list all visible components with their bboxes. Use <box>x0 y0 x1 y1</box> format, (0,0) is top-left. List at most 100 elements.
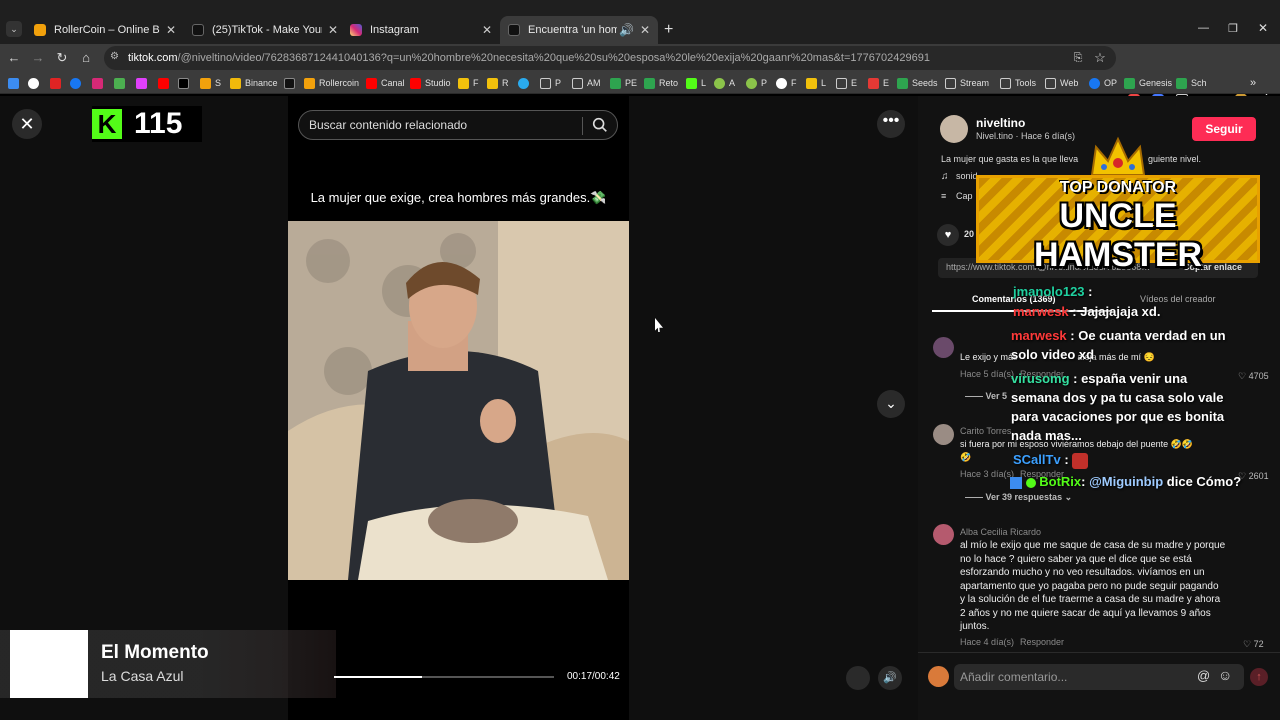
bookmark-icon-only[interactable] <box>136 76 151 90</box>
bookmark-seeds[interactable]: Seeds <box>897 76 938 90</box>
new-tab-button[interactable]: + <box>664 21 673 39</box>
send-arrow-icon[interactable]: ↑ <box>1250 668 1268 686</box>
view-replies-button[interactable]: —— Ver 39 respuestas ⌄ <box>965 492 1072 503</box>
like-heart-icon[interactable]: ♥ <box>937 224 959 246</box>
address-path: /@niveltino/video/7628368712441040136?q=… <box>177 52 930 64</box>
tab-strip: ⌄ RollerCoin – Online Bitcoin Mi… ✕ (25)… <box>0 0 1280 44</box>
next-video-chevron-icon[interactable]: ⌄ <box>877 390 905 418</box>
bookmark-icon-only[interactable] <box>50 76 65 90</box>
bookmark-folder-am[interactable]: AM <box>572 76 601 90</box>
close-tab-icon[interactable]: ✕ <box>328 23 338 37</box>
bookmark-reto[interactable]: Reto <box>644 76 678 90</box>
bookmark-a[interactable]: A <box>714 76 735 90</box>
chat-message: virusomg : españa venir una semana dos y… <box>1011 371 1225 443</box>
bookmark-r[interactable]: R <box>487 76 509 90</box>
bookmark-icon-only[interactable] <box>28 76 43 90</box>
more-options-icon[interactable]: ••• <box>877 110 905 138</box>
commenter-name[interactable]: Carito Torres <box>960 426 1011 436</box>
bookmark-folder-web[interactable]: Web <box>1045 76 1078 90</box>
bookmark-sch[interactable]: Sch <box>1176 76 1207 90</box>
bookmark-f[interactable]: F <box>458 76 479 90</box>
video-scene-image <box>288 221 629 580</box>
bookmark-op[interactable]: OP <box>1089 76 1117 90</box>
reload-icon[interactable]: ↻ <box>52 48 72 68</box>
picture-in-picture-icon[interactable] <box>846 666 870 690</box>
bookmark-l[interactable]: L <box>686 76 706 90</box>
minimize-button[interactable]: — <box>1198 22 1209 34</box>
bookmark-canal[interactable]: Canal <box>366 76 405 90</box>
bookmark-e[interactable]: E <box>868 76 889 90</box>
close-window-button[interactable]: ✕ <box>1258 21 1268 35</box>
bookmark-pe[interactable]: PE <box>610 76 637 90</box>
reply-button[interactable]: Responder <box>1020 637 1064 647</box>
captions-label[interactable]: Cap <box>956 191 973 201</box>
speaker-icon[interactable]: 🔊 <box>619 23 634 37</box>
close-tab-icon[interactable]: ✕ <box>166 23 176 37</box>
restore-button[interactable]: ❐ <box>1228 22 1238 35</box>
bookmark-l2[interactable]: L <box>806 76 826 90</box>
video-progress-bar[interactable] <box>334 676 554 678</box>
tab-rollercoin[interactable]: RollerCoin – Online Bitcoin Mi… ✕ <box>26 16 184 44</box>
back-arrow-icon[interactable]: ← <box>4 48 24 68</box>
bookmark-studio[interactable]: Studio <box>410 76 451 90</box>
comment-likes[interactable]: ♡ 72 <box>1243 639 1264 650</box>
bookmark-icon-only[interactable] <box>114 76 129 90</box>
bookmarks-overflow-icon[interactable]: » <box>1250 76 1256 90</box>
captions-icon: ≡ <box>941 191 947 201</box>
creator-name[interactable]: niveltino <box>976 116 1025 130</box>
bookmark-icon-only[interactable] <box>284 76 299 90</box>
close-video-button[interactable]: ✕ <box>12 109 42 139</box>
site-info-icon[interactable]: ⚙ <box>110 51 119 62</box>
tab-title: RollerCoin – Online Bitcoin Mi… <box>54 24 160 36</box>
comment-likes[interactable]: ♡ 4705 <box>1238 371 1269 382</box>
bookmark-icon-only[interactable] <box>518 76 533 90</box>
commenter-avatar[interactable] <box>933 424 954 445</box>
volume-icon[interactable]: 🔊 <box>878 666 902 690</box>
chat-message: marwesk : Jajajajaja xd. <box>1013 304 1161 319</box>
forward-arrow-icon[interactable]: → <box>28 48 48 68</box>
tab-title: Encuentra 'un hombre nece… <box>528 24 617 36</box>
view-replies-button[interactable]: —— Ver 5 <box>965 391 1007 401</box>
bookmark-binance[interactable]: Binance <box>230 76 278 90</box>
bookmark-icon-only[interactable] <box>8 76 23 90</box>
close-tab-icon[interactable]: ✕ <box>482 23 492 37</box>
sound-name[interactable]: sonid <box>956 171 978 181</box>
bookmark-s[interactable]: S <box>200 76 221 90</box>
bookmark-f2[interactable]: F <box>776 76 797 90</box>
creator-avatar[interactable] <box>940 115 968 143</box>
commenter-avatar[interactable] <box>933 337 954 358</box>
bookmark-folder-stream[interactable]: Stream <box>945 76 989 90</box>
address-bar[interactable]: ⚙ tiktok.com/@niveltino/video/7628368712… <box>104 46 1116 70</box>
related-search-input[interactable]: Buscar contenido relacionado <box>298 110 618 140</box>
emoji-icon[interactable]: ☺ <box>1218 667 1232 683</box>
tab-list-chevron-icon[interactable]: ⌄ <box>6 21 22 37</box>
bookmark-star-icon[interactable]: ☆ <box>1090 48 1110 68</box>
bookmark-icon-only[interactable] <box>158 76 173 90</box>
tiktok-favicon-icon <box>192 24 204 36</box>
browser-toolbar: ← → ↻ ⌂ ⚙ tiktok.com/@niveltino/video/76… <box>0 44 1280 107</box>
bookmark-folder-p[interactable]: P <box>540 76 561 90</box>
bookmark-folder-e[interactable]: E <box>836 76 857 90</box>
video-frame[interactable] <box>288 221 629 580</box>
bookmark-p[interactable]: P <box>746 76 767 90</box>
commenter-name[interactable]: Alba Cecilia Ricardo <box>960 527 1041 537</box>
top-donator-overlay: TOP DONATOR UNCLE HAMSTER <box>976 135 1260 274</box>
close-tab-icon[interactable]: ✕ <box>640 23 650 37</box>
commenter-avatar[interactable] <box>933 524 954 545</box>
install-app-icon[interactable]: ⎘ <box>1068 48 1088 68</box>
kick-viewer-count: 115 <box>134 107 183 140</box>
tab-tiktok[interactable]: (25)TikTok - Make Your Day ✕ <box>184 16 346 44</box>
mention-icon[interactable]: @ <box>1197 668 1210 683</box>
tab-instagram[interactable]: Instagram ✕ <box>342 16 500 44</box>
bookmark-icon-only[interactable] <box>92 76 107 90</box>
bookmark-icon-only[interactable] <box>178 76 193 90</box>
bookmark-rollercoin[interactable]: Rollercoin <box>304 76 359 90</box>
bookmark-genesis[interactable]: Genesis <box>1124 76 1172 90</box>
tab-tiktok-search[interactable]: Encuentra 'un hombre nece… 🔊 ✕ <box>500 16 658 44</box>
search-icon[interactable] <box>591 116 609 134</box>
chat-username: marwesk <box>1013 304 1069 319</box>
bookmark-folder-tools[interactable]: Tools <box>1000 76 1036 90</box>
home-icon[interactable]: ⌂ <box>76 48 96 68</box>
bookmark-icon-only[interactable] <box>70 76 85 90</box>
kick-logo-icon: K <box>92 109 122 139</box>
